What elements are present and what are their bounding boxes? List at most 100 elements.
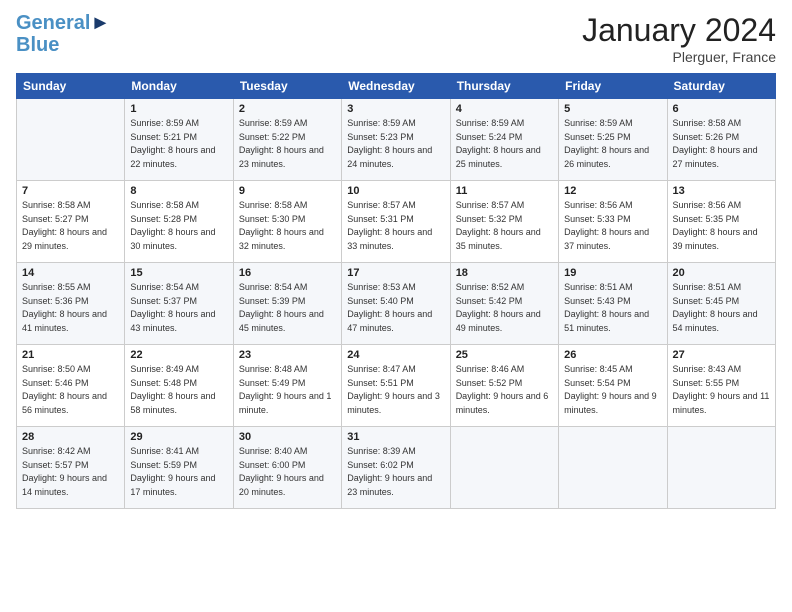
- day-number: 31: [347, 431, 444, 443]
- day-info: Sunrise: 8:58 AMSunset: 5:26 PMDaylight:…: [673, 117, 770, 171]
- day-info: Sunrise: 8:48 AMSunset: 5:49 PMDaylight:…: [239, 363, 336, 417]
- calendar-day-cell: 21Sunrise: 8:50 AMSunset: 5:46 PMDayligh…: [17, 345, 125, 427]
- day-number: 22: [130, 349, 227, 361]
- location: Plerguer, France: [582, 49, 776, 65]
- day-info: Sunrise: 8:53 AMSunset: 5:40 PMDaylight:…: [347, 281, 444, 335]
- weekday-header-row: SundayMondayTuesdayWednesdayThursdayFrid…: [17, 74, 776, 99]
- day-info: Sunrise: 8:58 AMSunset: 5:30 PMDaylight:…: [239, 199, 336, 253]
- weekday-header: Thursday: [450, 74, 558, 99]
- calendar-day-cell: 26Sunrise: 8:45 AMSunset: 5:54 PMDayligh…: [559, 345, 667, 427]
- day-number: 4: [456, 103, 553, 115]
- calendar-table: SundayMondayTuesdayWednesdayThursdayFrid…: [16, 73, 776, 509]
- calendar-day-cell: [450, 427, 558, 509]
- logo: General► Blue: [16, 12, 110, 56]
- day-number: 3: [347, 103, 444, 115]
- weekday-header: Wednesday: [342, 74, 450, 99]
- logo-blue: Blue: [16, 34, 110, 56]
- calendar-day-cell: 27 Sunrise: 8:43 AMSunset: 5:55 PMDayligh…: [667, 345, 775, 427]
- day-number: 11: [456, 185, 553, 197]
- day-number: 13: [673, 185, 770, 197]
- calendar-day-cell: [559, 427, 667, 509]
- calendar-day-cell: 4 Sunrise: 8:59 AMSunset: 5:24 PMDaylight…: [450, 99, 558, 181]
- day-number: 12: [564, 185, 661, 197]
- logo-text: General►: [16, 12, 110, 34]
- day-number: 30: [239, 431, 336, 443]
- header: General► Blue January 2024 Plerguer, Fra…: [16, 12, 776, 65]
- calendar-day-cell: 17 Sunrise: 8:53 AMSunset: 5:40 PMDayligh…: [342, 263, 450, 345]
- day-number: 9: [239, 185, 336, 197]
- day-info: Sunrise: 8:59 AMSunset: 5:25 PMDaylight:…: [564, 117, 661, 171]
- logo-general: General: [16, 12, 90, 34]
- day-info: Sunrise: 8:49 AMSunset: 5:48 PMDaylight:…: [130, 363, 227, 417]
- calendar-day-cell: 24 Sunrise: 8:47 AMSunset: 5:51 PMDayligh…: [342, 345, 450, 427]
- title-block: January 2024 Plerguer, France: [582, 12, 776, 65]
- day-number: 20: [673, 267, 770, 279]
- day-info: Sunrise: 8:56 AMSunset: 5:33 PMDaylight:…: [564, 199, 661, 253]
- calendar-week-row: 1 Sunrise: 8:59 AMSunset: 5:21 PMDaylight…: [17, 99, 776, 181]
- day-info: Sunrise: 8:56 AMSunset: 5:35 PMDaylight:…: [673, 199, 770, 253]
- page: General► Blue January 2024 Plerguer, Fra…: [0, 0, 792, 612]
- day-number: 14: [22, 267, 119, 279]
- day-info: Sunrise: 8:59 AMSunset: 5:24 PMDaylight:…: [456, 117, 553, 171]
- calendar-day-cell: [17, 99, 125, 181]
- weekday-header: Monday: [125, 74, 233, 99]
- calendar-day-cell: 1 Sunrise: 8:59 AMSunset: 5:21 PMDaylight…: [125, 99, 233, 181]
- day-number: 10: [347, 185, 444, 197]
- day-info: Sunrise: 8:55 AMSunset: 5:36 PMDaylight:…: [22, 281, 119, 335]
- calendar-week-row: 21Sunrise: 8:50 AMSunset: 5:46 PMDayligh…: [17, 345, 776, 427]
- day-number: 7: [22, 185, 119, 197]
- calendar-week-row: 14 Sunrise: 8:55 AMSunset: 5:36 PMDayligh…: [17, 263, 776, 345]
- calendar-day-cell: 12 Sunrise: 8:56 AMSunset: 5:33 PMDayligh…: [559, 181, 667, 263]
- calendar-day-cell: 10Sunrise: 8:57 AMSunset: 5:31 PMDayligh…: [342, 181, 450, 263]
- weekday-header: Sunday: [17, 74, 125, 99]
- calendar-day-cell: 11 Sunrise: 8:57 AMSunset: 5:32 PMDayligh…: [450, 181, 558, 263]
- day-info: Sunrise: 8:43 AMSunset: 5:55 PMDaylight:…: [673, 363, 770, 417]
- calendar-day-cell: 14 Sunrise: 8:55 AMSunset: 5:36 PMDayligh…: [17, 263, 125, 345]
- calendar-day-cell: 8Sunrise: 8:58 AMSunset: 5:28 PMDaylight…: [125, 181, 233, 263]
- calendar-day-cell: 16 Sunrise: 8:54 AMSunset: 5:39 PMDayligh…: [233, 263, 341, 345]
- calendar-day-cell: 29Sunrise: 8:41 AMSunset: 5:59 PMDayligh…: [125, 427, 233, 509]
- calendar-day-cell: 7Sunrise: 8:58 AMSunset: 5:27 PMDaylight…: [17, 181, 125, 263]
- day-number: 2: [239, 103, 336, 115]
- day-info: Sunrise: 8:59 AMSunset: 5:21 PMDaylight:…: [130, 117, 227, 171]
- calendar-day-cell: 31 Sunrise: 8:39 AMSunset: 6:02 PMDayligh…: [342, 427, 450, 509]
- calendar-day-cell: 6 Sunrise: 8:58 AMSunset: 5:26 PMDaylight…: [667, 99, 775, 181]
- calendar-day-cell: 30Sunrise: 8:40 AMSunset: 6:00 PMDayligh…: [233, 427, 341, 509]
- day-number: 19: [564, 267, 661, 279]
- month-title: January 2024: [582, 12, 776, 49]
- day-info: Sunrise: 8:58 AMSunset: 5:28 PMDaylight:…: [130, 199, 227, 253]
- day-info: Sunrise: 8:42 AMSunset: 5:57 PMDaylight:…: [22, 445, 119, 499]
- day-number: 1: [130, 103, 227, 115]
- weekday-header: Friday: [559, 74, 667, 99]
- day-number: 21: [22, 349, 119, 361]
- day-info: Sunrise: 8:51 AMSunset: 5:43 PMDaylight:…: [564, 281, 661, 335]
- day-info: Sunrise: 8:52 AMSunset: 5:42 PMDaylight:…: [456, 281, 553, 335]
- calendar-day-cell: 18 Sunrise: 8:52 AMSunset: 5:42 PMDayligh…: [450, 263, 558, 345]
- day-info: Sunrise: 8:59 AMSunset: 5:22 PMDaylight:…: [239, 117, 336, 171]
- day-number: 6: [673, 103, 770, 115]
- day-info: Sunrise: 8:47 AMSunset: 5:51 PMDaylight:…: [347, 363, 444, 417]
- day-info: Sunrise: 8:39 AMSunset: 6:02 PMDaylight:…: [347, 445, 444, 499]
- day-number: 26: [564, 349, 661, 361]
- calendar-day-cell: 2 Sunrise: 8:59 AMSunset: 5:22 PMDaylight…: [233, 99, 341, 181]
- calendar-day-cell: 25Sunrise: 8:46 AMSunset: 5:52 PMDayligh…: [450, 345, 558, 427]
- calendar-day-cell: 23 Sunrise: 8:48 AMSunset: 5:49 PMDayligh…: [233, 345, 341, 427]
- day-number: 16: [239, 267, 336, 279]
- day-number: 29: [130, 431, 227, 443]
- day-number: 18: [456, 267, 553, 279]
- day-number: 15: [130, 267, 227, 279]
- calendar-day-cell: 20Sunrise: 8:51 AMSunset: 5:45 PMDayligh…: [667, 263, 775, 345]
- calendar-day-cell: 9 Sunrise: 8:58 AMSunset: 5:30 PMDaylight…: [233, 181, 341, 263]
- day-info: Sunrise: 8:59 AMSunset: 5:23 PMDaylight:…: [347, 117, 444, 171]
- day-info: Sunrise: 8:54 AMSunset: 5:39 PMDaylight:…: [239, 281, 336, 335]
- calendar-day-cell: 22 Sunrise: 8:49 AMSunset: 5:48 PMDayligh…: [125, 345, 233, 427]
- day-info: Sunrise: 8:57 AMSunset: 5:32 PMDaylight:…: [456, 199, 553, 253]
- day-number: 27: [673, 349, 770, 361]
- day-number: 24: [347, 349, 444, 361]
- calendar-day-cell: 5Sunrise: 8:59 AMSunset: 5:25 PMDaylight…: [559, 99, 667, 181]
- weekday-header: Saturday: [667, 74, 775, 99]
- day-number: 23: [239, 349, 336, 361]
- day-info: Sunrise: 8:54 AMSunset: 5:37 PMDaylight:…: [130, 281, 227, 335]
- day-info: Sunrise: 8:46 AMSunset: 5:52 PMDaylight:…: [456, 363, 553, 417]
- day-number: 17: [347, 267, 444, 279]
